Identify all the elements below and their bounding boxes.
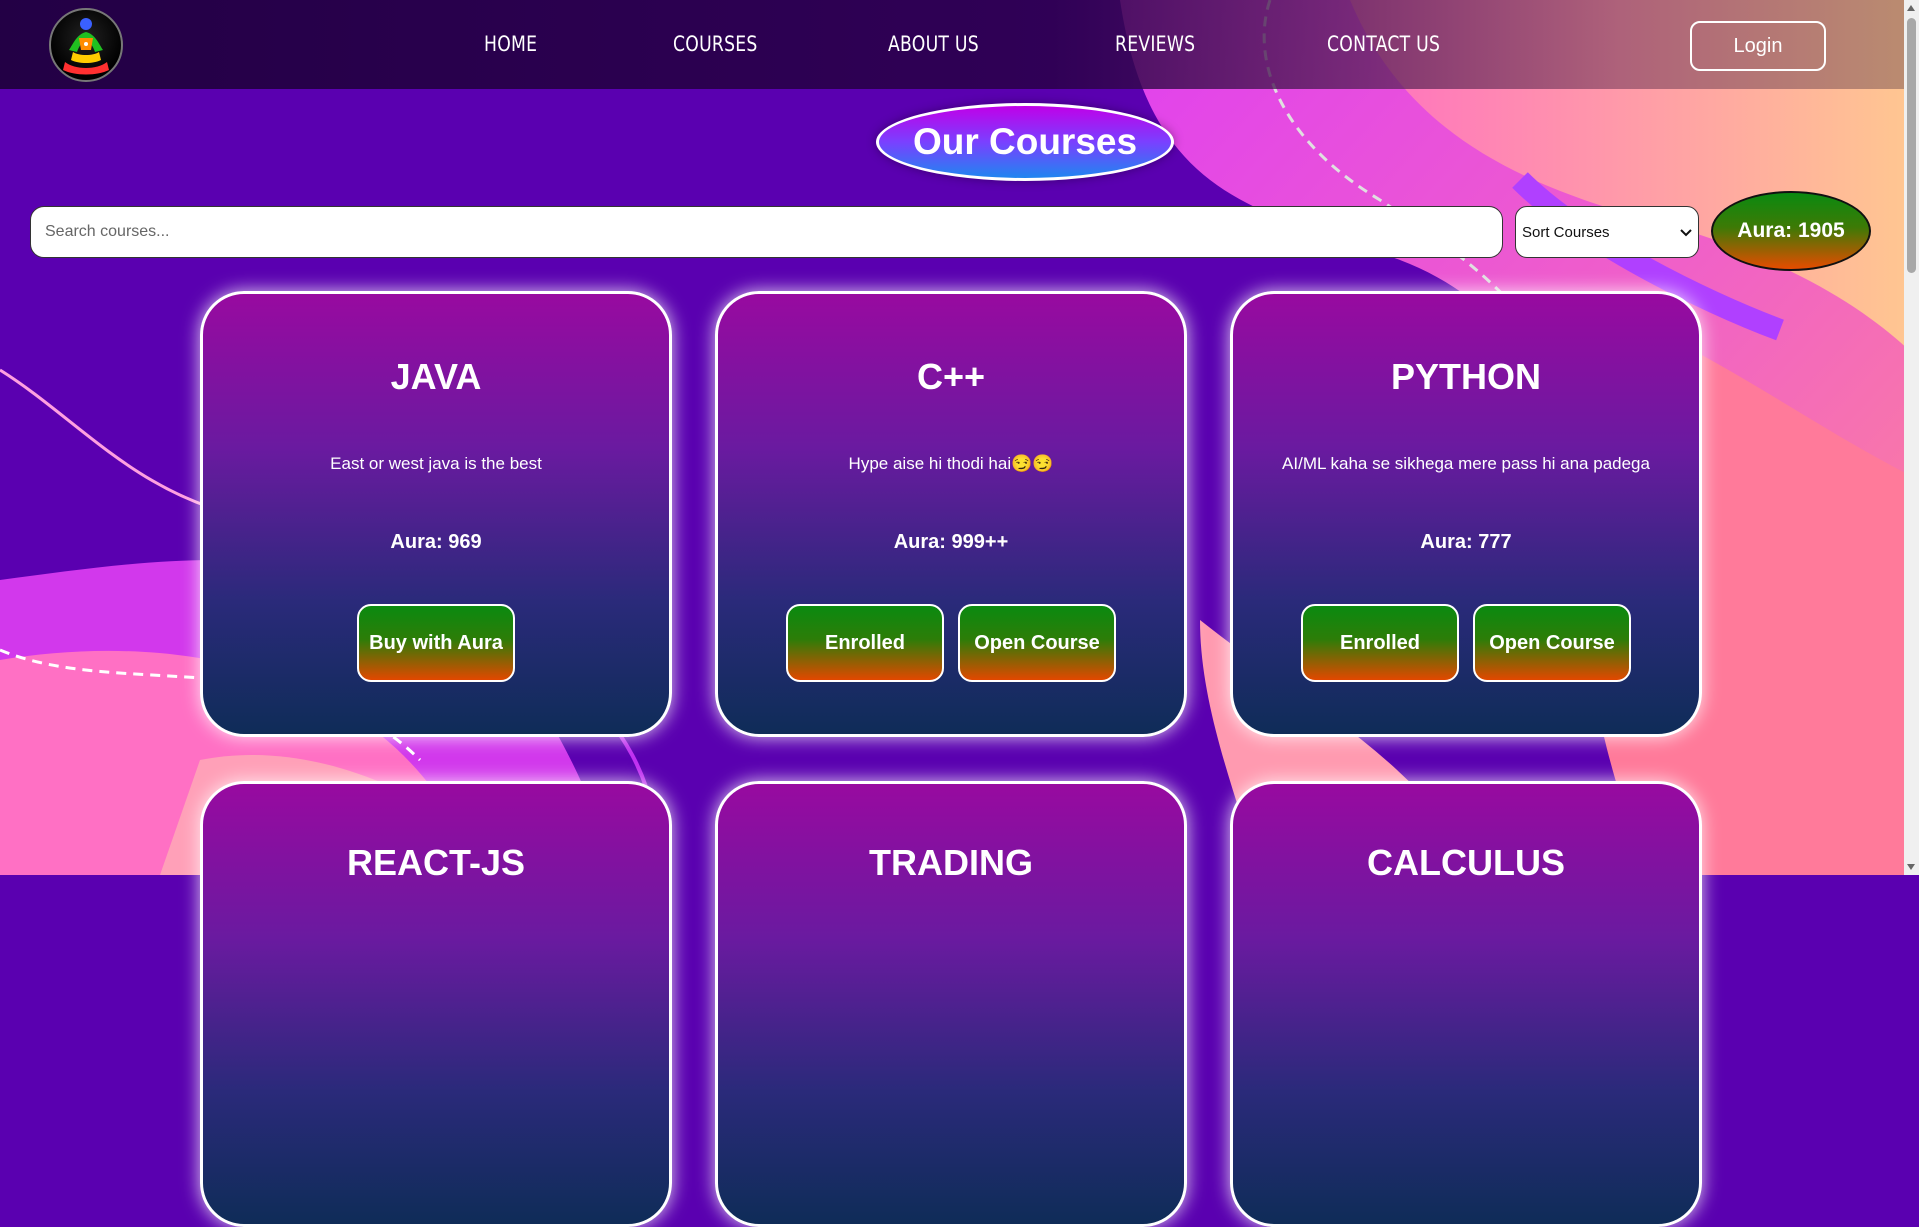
course-card-python: PYTHON AI/ML kaha se sikhega mere pass h… (1230, 291, 1702, 737)
course-card-cpp: C++ Hype aise hi thodi hai😏😏 Aura: 999++… (715, 291, 1187, 737)
chevron-down-icon (1680, 224, 1692, 241)
scroll-up-arrow-icon[interactable] (1907, 5, 1915, 11)
nav-contact-us[interactable]: CONTACT US (1327, 32, 1440, 56)
page-scrollbar[interactable] (1904, 0, 1919, 875)
course-title: PYTHON (1390, 356, 1541, 397)
enrolled-button[interactable]: Enrolled (1301, 604, 1459, 682)
enrolled-button[interactable]: Enrolled (786, 604, 944, 682)
nav-home[interactable]: HOME (484, 32, 537, 56)
course-card-java: JAVA East or west java is the best Aura:… (200, 291, 672, 737)
nav-about-us[interactable]: ABOUT US (888, 32, 979, 56)
course-title: C++ (916, 356, 986, 397)
course-aura: Aura: 969 (390, 531, 482, 553)
course-title: CALCULUS (1367, 842, 1565, 883)
open-course-button[interactable]: Open Course (1473, 604, 1631, 682)
nav-courses[interactable]: COURSES (673, 32, 758, 56)
buy-with-aura-button[interactable]: Buy with Aura (357, 604, 515, 682)
course-card-calculus: CALCULUS (1230, 781, 1702, 1227)
course-description: East or west java is the best (330, 454, 542, 473)
sort-courses-select[interactable]: Sort Courses (1515, 206, 1699, 258)
scroll-down-arrow-icon[interactable] (1907, 864, 1915, 870)
nav-reviews[interactable]: REVIEWS (1115, 32, 1195, 56)
course-title: TRADING (869, 842, 1033, 883)
course-aura: Aura: 999++ (893, 531, 1009, 553)
course-title: REACT-JS (346, 842, 526, 883)
search-input[interactable] (30, 206, 1503, 258)
course-description: AI/ML kaha se sikhega mere pass hi ana p… (1282, 454, 1650, 473)
top-navbar: HOME COURSES ABOUT US REVIEWS CONTACT US… (0, 0, 1904, 89)
login-button[interactable]: Login (1690, 21, 1826, 71)
course-title: JAVA (390, 356, 482, 397)
scrollbar-thumb[interactable] (1907, 18, 1916, 273)
page-title: Our Courses (876, 103, 1174, 181)
user-aura-badge: Aura: 1905 (1711, 191, 1871, 271)
course-description: Hype aise hi thodi hai😏😏 (848, 454, 1054, 473)
course-aura: Aura: 777 (1420, 531, 1512, 553)
open-course-button[interactable]: Open Course (958, 604, 1116, 682)
sort-selected-label: Sort Courses (1522, 223, 1610, 241)
course-card-react-js: REACT-JS (200, 781, 672, 1227)
course-card-trading: TRADING (715, 781, 1187, 1227)
